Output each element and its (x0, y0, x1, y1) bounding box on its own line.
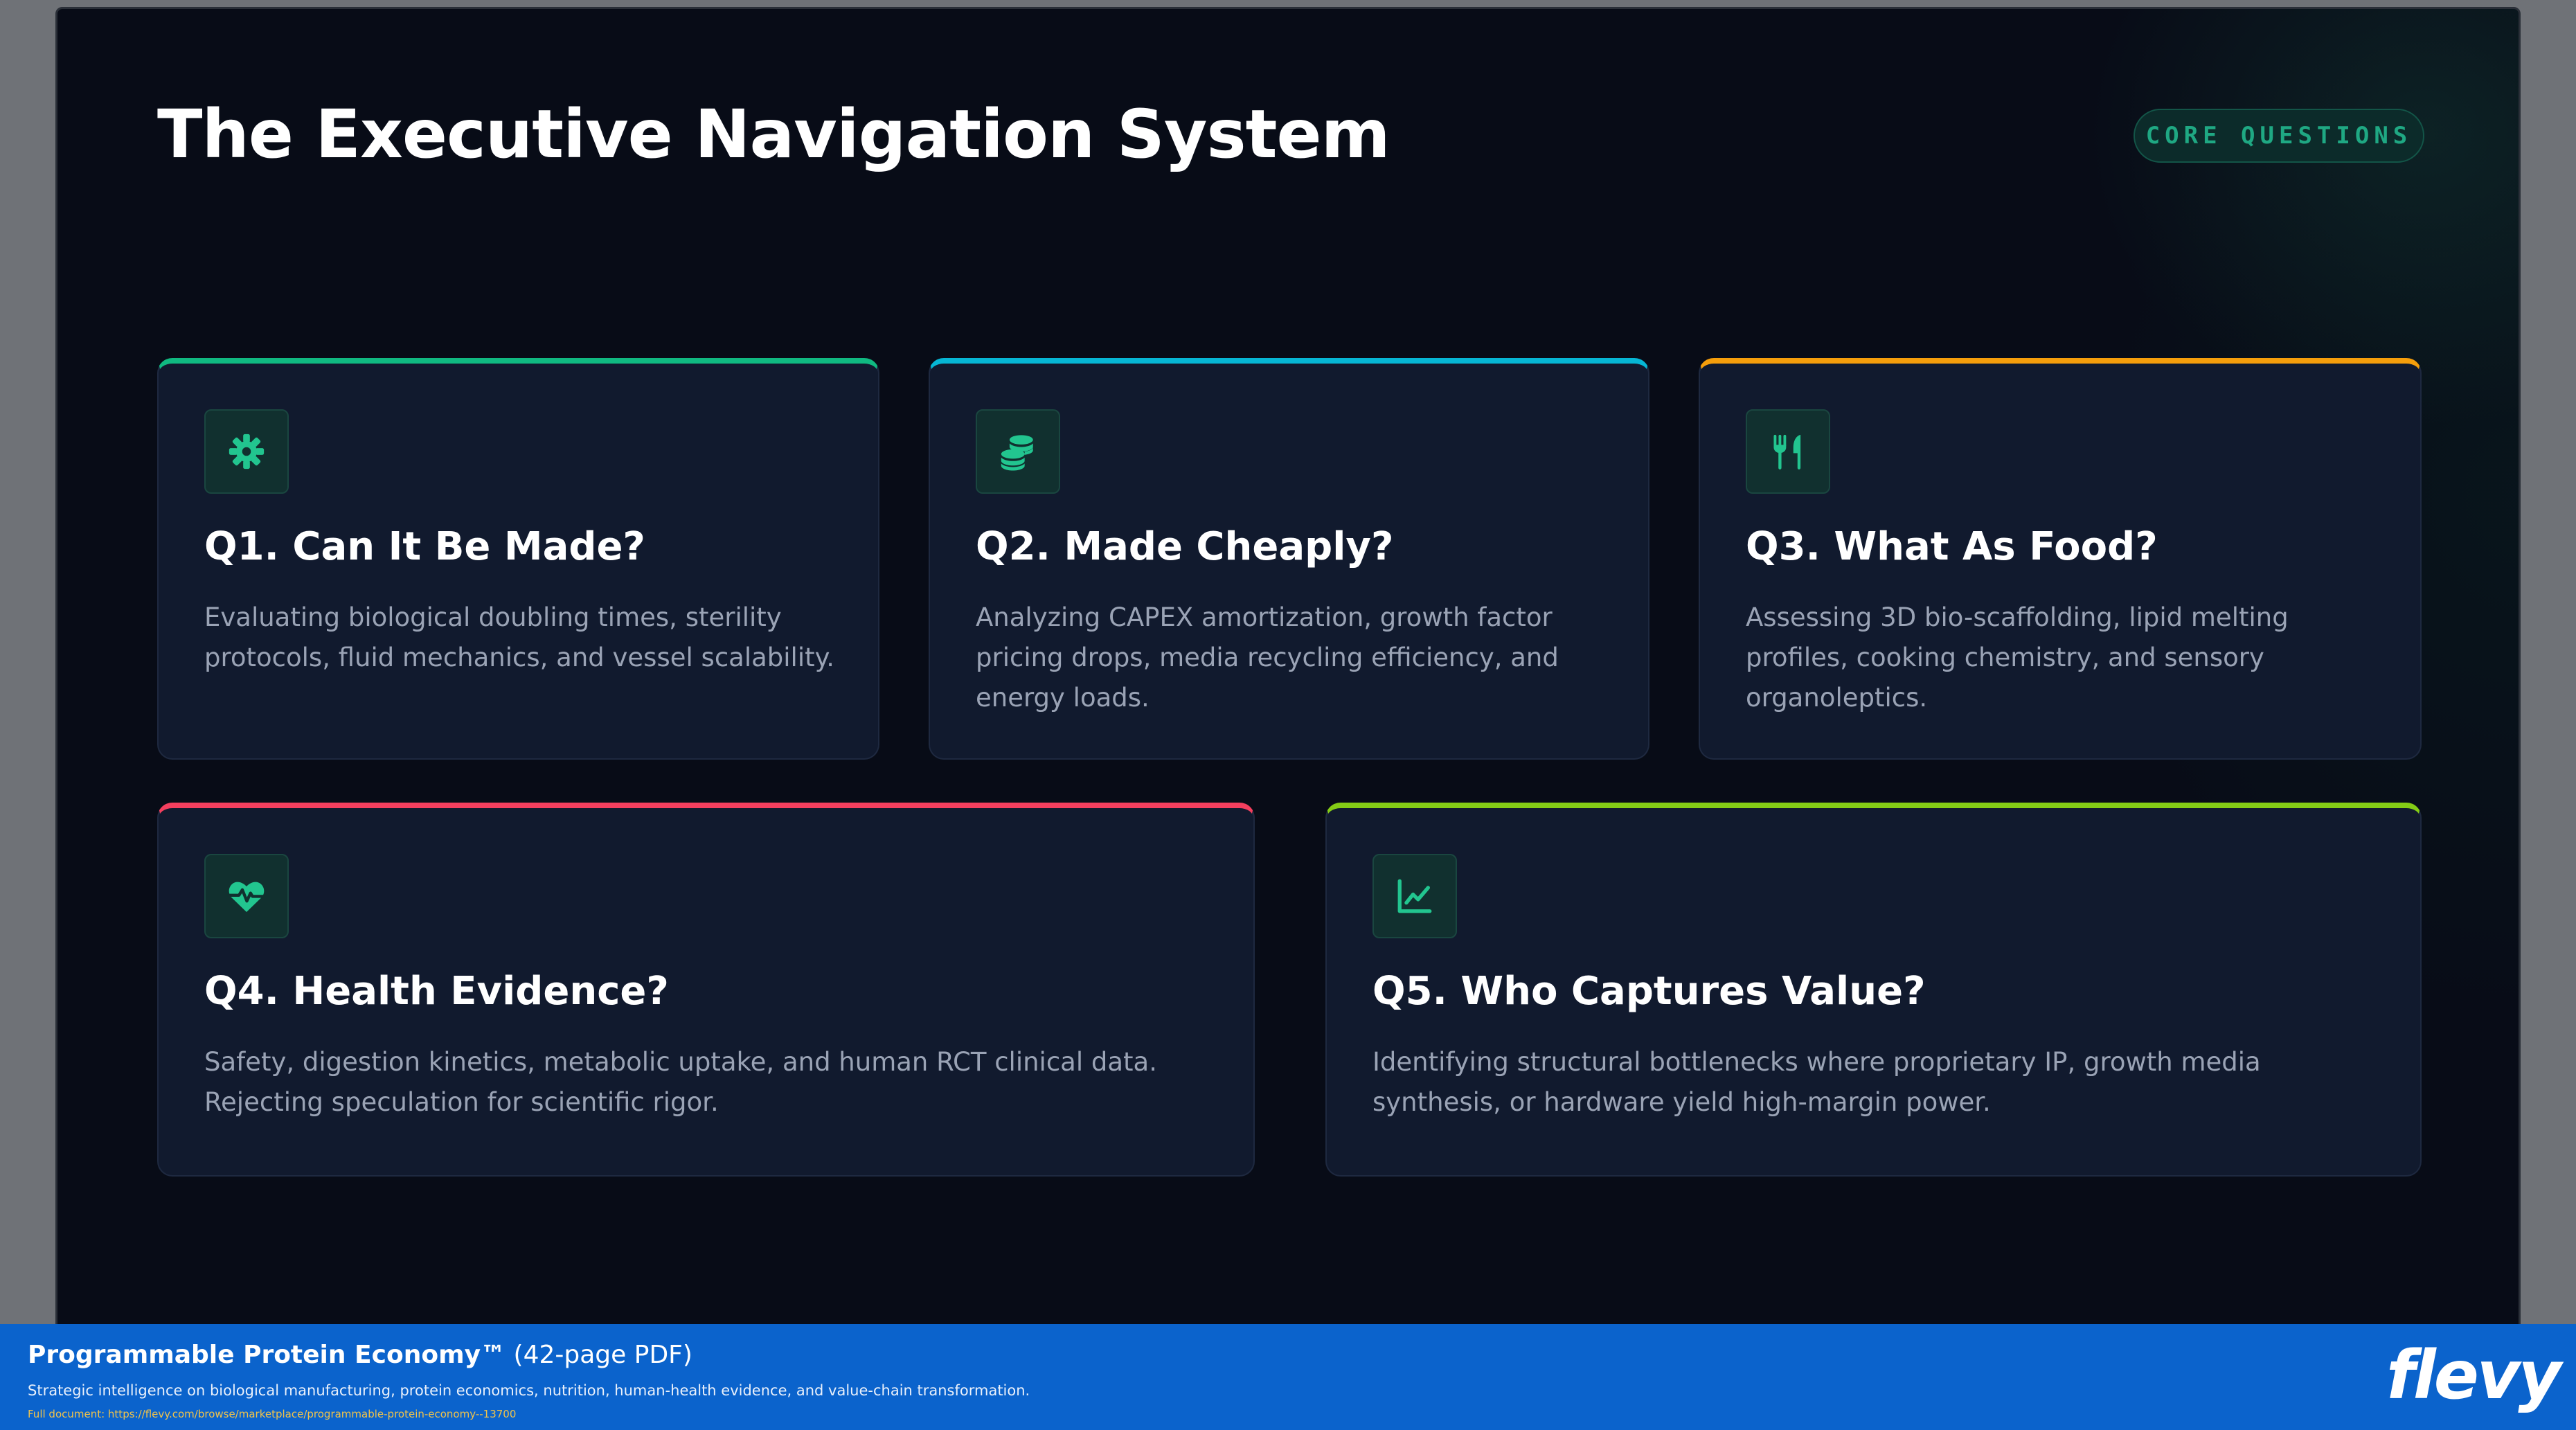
section-badge: CORE QUESTIONS (2134, 109, 2424, 163)
card-title: Q1. Can It Be Made? (204, 524, 645, 569)
card-title: Q5. Who Captures Value? (1372, 969, 1926, 1014)
card-description: Analyzing CAPEX amortization, growth fac… (976, 602, 1559, 713)
card-description: Assessing 3D bio-scaffolding, lipid melt… (1746, 602, 2289, 713)
utensils-icon (1746, 409, 1830, 494)
card-description: Evaluating biological doubling times, st… (204, 602, 835, 672)
coins-icon (976, 409, 1060, 494)
card-description: Identifying structural bottlenecks where… (1372, 1047, 2261, 1117)
flevy-logo[interactable]: flevy (2386, 1337, 2561, 1414)
line-chart-icon (1372, 854, 1457, 938)
question-card-q2: Q2. Made Cheaply? Analyzing CAPEX amorti… (929, 358, 1649, 760)
card-description: Safety, digestion kinetics, metabolic up… (204, 1047, 1157, 1117)
document-link[interactable]: Full document: https://flevy.com/browse/… (28, 1408, 516, 1420)
document-title: Programmable Protein Economy™ (42-page P… (28, 1341, 692, 1369)
question-card-q5: Q5. Who Captures Value? Identifying stru… (1325, 803, 2422, 1177)
card-title: Q2. Made Cheaply? (976, 524, 1394, 569)
gear-icon (204, 409, 289, 494)
page-title: The Executive Navigation System (157, 96, 1390, 173)
question-card-q3: Q3. What As Food? Assessing 3D bio-scaff… (1699, 358, 2422, 760)
document-name: Programmable Protein Economy™ (28, 1341, 506, 1369)
heart-pulse-icon (204, 854, 289, 938)
card-title: Q4. Health Evidence? (204, 969, 669, 1014)
slide: The Executive Navigation System CORE QUE… (55, 7, 2521, 1326)
card-title: Q3. What As Food? (1746, 524, 2158, 569)
document-summary: Strategic intelligence on biological man… (28, 1382, 1030, 1399)
document-footer-banner: Programmable Protein Economy™ (42-page P… (0, 1324, 2576, 1430)
document-page-count: (42-page PDF) (513, 1341, 692, 1369)
question-card-q1: Q1. Can It Be Made? Evaluating biologica… (157, 358, 879, 760)
question-card-q4: Q4. Health Evidence? Safety, digestion k… (157, 803, 1255, 1177)
